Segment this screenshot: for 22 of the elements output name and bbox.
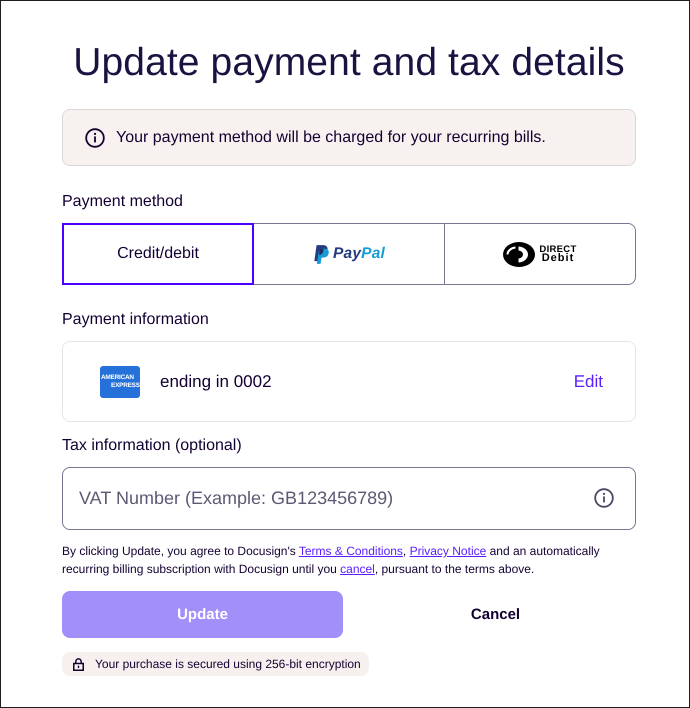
- edit-link[interactable]: Edit: [574, 372, 603, 392]
- vat-number-field[interactable]: VAT Number (Example: GB123456789): [62, 467, 636, 530]
- double-p-icon: [312, 244, 329, 264]
- section-label: Payment information: [62, 310, 209, 330]
- payment-method-tab[interactable]: DIRECT Debit: [444, 223, 636, 285]
- privacy-notice-link[interactable]: Privacy Notice: [410, 544, 486, 558]
- notice-text: Your payment method will be charged for your recurring bills.: [116, 128, 546, 146]
- info-icon: [85, 128, 105, 148]
- dialog-title: Update payment and tax details: [73, 40, 625, 86]
- section-label: Payment method: [62, 192, 183, 212]
- card-description: ending in 0002: [160, 372, 272, 392]
- lock-icon: [73, 658, 84, 670]
- payment-method-tab[interactable]: Credit/debit: [62, 223, 254, 285]
- security-note: Your purchase is secured using 256-bit encryption: [95, 657, 361, 671]
- payment-method-tab[interactable]: PayPal: [253, 223, 445, 285]
- legal-text: By clicking Update, you agree to Docusign's Terms & Conditions, Privacy Notice and an automatically recurring billing subscription with Docusign until you cancel, pursuant to the terms above.: [62, 543, 601, 578]
- section-label: Tax information (optional): [62, 436, 242, 456]
- cancel-link[interactable]: cancel: [340, 562, 375, 576]
- info-icon: [594, 488, 614, 508]
- cancel-button[interactable]: Cancel: [460, 600, 530, 629]
- disc-logo-icon: [503, 242, 536, 266]
- terms-link[interactable]: Terms & Conditions: [298, 544, 403, 558]
